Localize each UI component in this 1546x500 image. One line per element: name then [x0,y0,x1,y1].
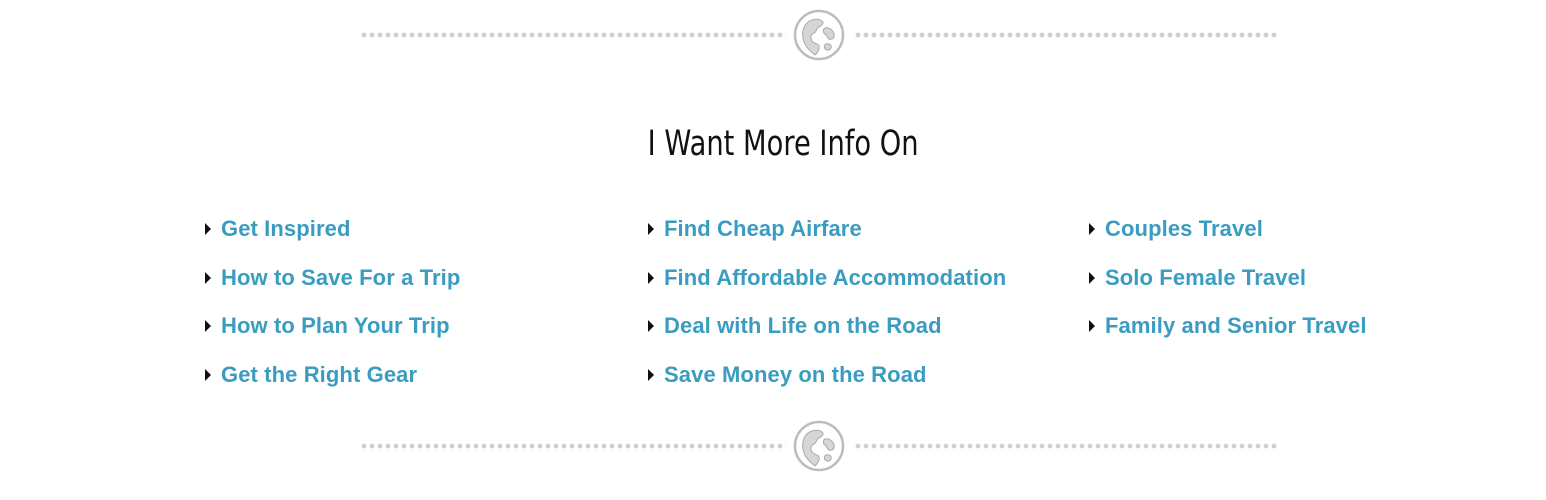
links-column-2: Find Cheap Airfare Find Affordable Accom… [648,205,1006,399]
link-couples-travel[interactable]: Couples Travel [1105,216,1263,242]
dotted-line-left [360,443,786,449]
triangle-right-icon [1089,271,1095,284]
bottom-divider [360,419,1280,473]
globe-icon [793,420,845,472]
links-column-1: Get Inspired How to Save For a Trip How … [205,205,460,399]
list-item: Solo Female Travel [1089,254,1367,303]
list-item: Family and Senior Travel [1089,302,1367,351]
top-divider [360,8,1280,62]
list-item: Find Affordable Accommodation [648,254,1006,303]
list-item: How to Save For a Trip [205,254,460,303]
triangle-right-icon [205,223,211,236]
globe-icon [793,9,845,61]
link-cheap-airfare[interactable]: Find Cheap Airfare [664,216,862,242]
link-affordable-accommodation[interactable]: Find Affordable Accommodation [664,265,1006,291]
triangle-right-icon [648,368,654,381]
section-title: I Want More Info On [647,124,919,164]
list-item: Couples Travel [1089,205,1367,254]
dotted-line-right [854,443,1278,449]
triangle-right-icon [1089,320,1095,333]
dotted-line-left [360,32,786,38]
list-item: Get the Right Gear [205,351,460,400]
link-save-money-road[interactable]: Save Money on the Road [664,362,927,388]
link-get-inspired[interactable]: Get Inspired [221,216,351,242]
link-right-gear[interactable]: Get the Right Gear [221,362,417,388]
link-save-for-trip[interactable]: How to Save For a Trip [221,265,460,291]
link-plan-your-trip[interactable]: How to Plan Your Trip [221,313,450,339]
triangle-right-icon [648,320,654,333]
triangle-right-icon [1089,223,1095,236]
triangle-right-icon [205,368,211,381]
list-item: How to Plan Your Trip [205,302,460,351]
link-solo-female-travel[interactable]: Solo Female Travel [1105,265,1306,291]
link-life-on-road[interactable]: Deal with Life on the Road [664,313,942,339]
list-item: Save Money on the Road [648,351,1006,400]
triangle-right-icon [648,223,654,236]
list-item: Find Cheap Airfare [648,205,1006,254]
list-item: Get Inspired [205,205,460,254]
triangle-right-icon [648,271,654,284]
links-column-3: Couples Travel Solo Female Travel Family… [1089,205,1367,351]
link-family-senior-travel[interactable]: Family and Senior Travel [1105,313,1367,339]
list-item: Deal with Life on the Road [648,302,1006,351]
triangle-right-icon [205,271,211,284]
dotted-line-right [854,32,1278,38]
triangle-right-icon [205,320,211,333]
